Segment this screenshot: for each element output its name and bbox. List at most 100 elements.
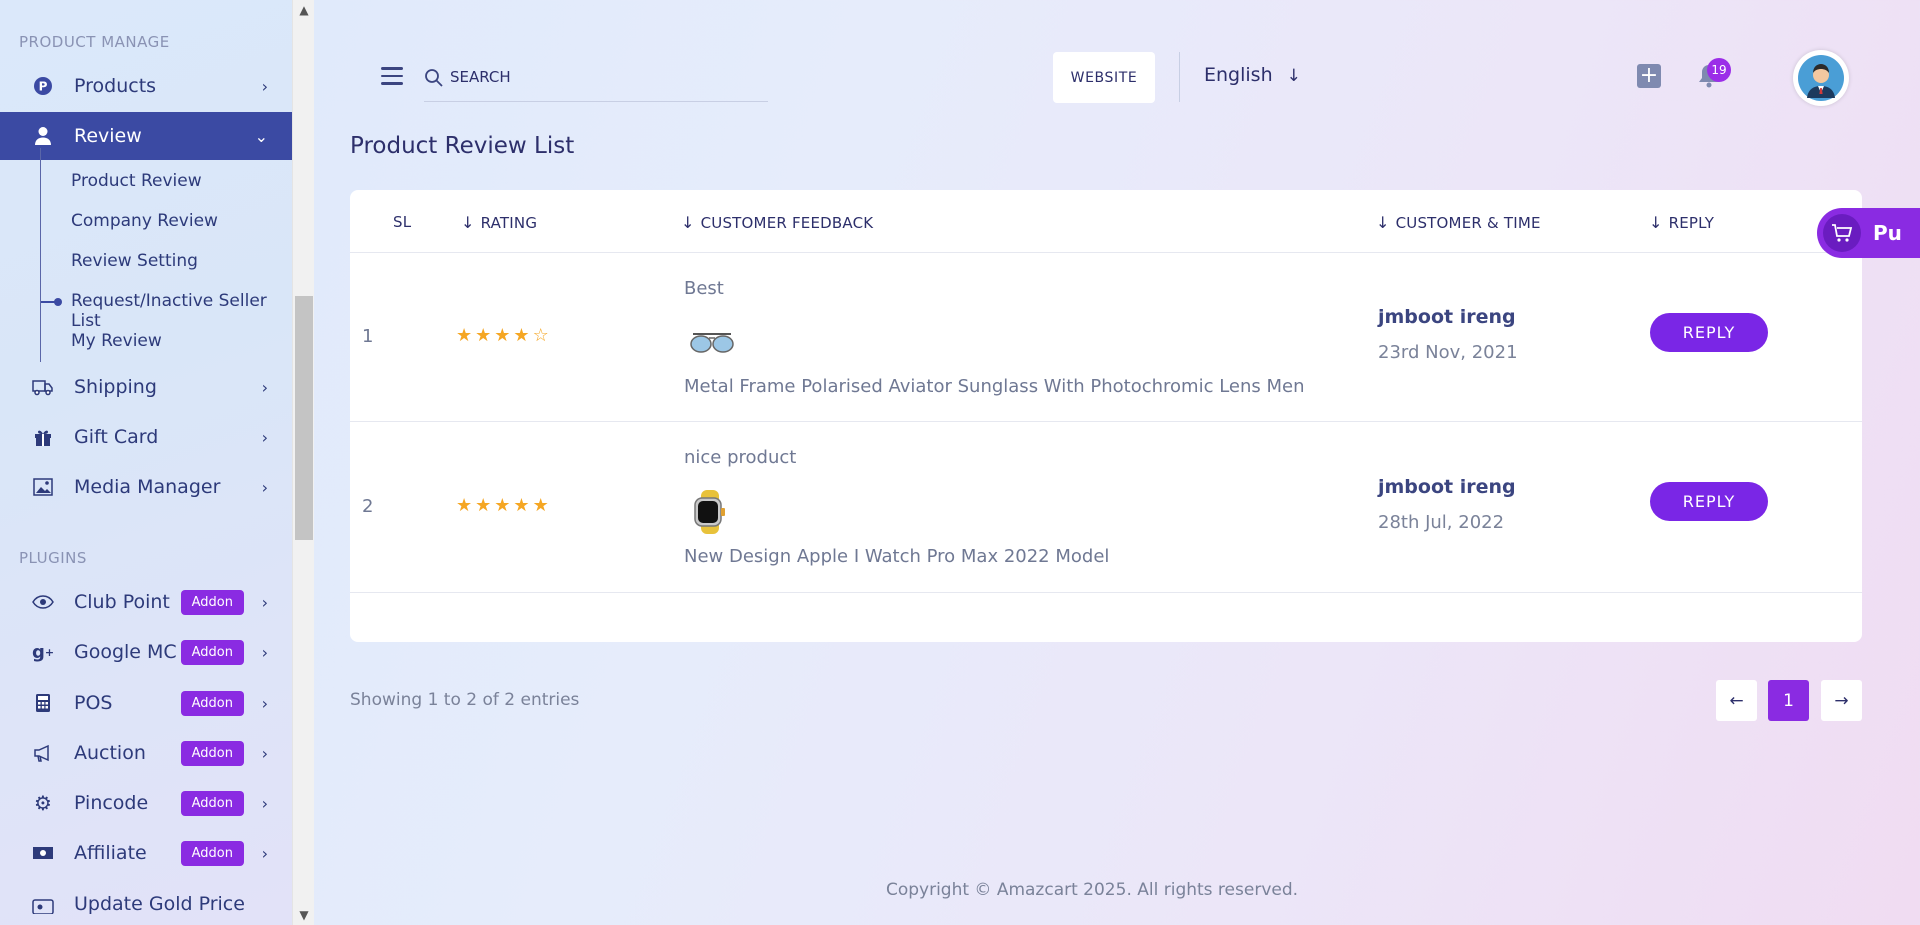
chevron-right-icon: › xyxy=(261,693,268,713)
sidebar-item-products[interactable]: P Products › xyxy=(0,62,292,110)
sort-arrow-icon: ↓ xyxy=(681,213,695,232)
calculator-icon xyxy=(32,692,54,714)
star-filled-icon: ★ xyxy=(475,325,492,346)
column-header-rating[interactable]: ↓ RATING xyxy=(461,213,537,232)
star-filled-icon: ★ xyxy=(513,495,530,516)
search-input[interactable] xyxy=(450,68,750,86)
submenu-product-review[interactable]: Product Review xyxy=(71,171,202,191)
svg-text:P: P xyxy=(39,80,48,94)
sidebar-item-label: POS xyxy=(74,692,113,714)
star-filled-icon: ★ xyxy=(494,495,511,516)
header-divider-line xyxy=(350,252,1862,253)
submenu-active-connector xyxy=(41,301,55,303)
sidebar-item-label: Products xyxy=(74,75,157,97)
cart-icon xyxy=(1823,214,1861,252)
column-label: REPLY xyxy=(1668,213,1715,232)
product-name: Metal Frame Polarised Aviator Sunglass W… xyxy=(684,376,1305,397)
avatar[interactable] xyxy=(1793,50,1849,106)
reply-button[interactable]: REPLY xyxy=(1650,313,1768,352)
rating-stars: ★ ★ ★ ★ ☆ xyxy=(456,325,549,346)
user-avatar-icon xyxy=(1798,55,1844,101)
arrow-left-icon: ← xyxy=(1729,690,1744,711)
sidebar-scrollbar[interactable]: ▲ ▼ xyxy=(292,0,314,925)
customer-name: jmboot ireng xyxy=(1378,476,1516,498)
row-divider-line xyxy=(350,592,1862,593)
search-icon xyxy=(424,68,444,88)
website-button[interactable]: WEBSITE xyxy=(1053,52,1155,103)
star-filled-icon: ★ xyxy=(456,495,473,516)
submenu-request-inactive-seller-list[interactable]: Request/Inactive Seller List xyxy=(71,291,292,331)
submenu-active-dot xyxy=(54,298,62,306)
page-button[interactable]: 1 xyxy=(1768,680,1809,721)
sidebar-item-club-point[interactable]: Club Point Addon › xyxy=(0,578,292,626)
column-header-reply[interactable]: ↓ REPLY xyxy=(1649,213,1714,232)
scroll-down-icon[interactable]: ▼ xyxy=(293,905,315,925)
column-label: CUSTOMER FEEDBACK xyxy=(700,213,874,232)
header-divider xyxy=(1179,52,1180,102)
sidebar-item-affiliate[interactable]: Affiliate Addon › xyxy=(0,829,292,877)
column-header-sl: SL xyxy=(393,213,411,231)
next-page-button[interactable]: → xyxy=(1821,680,1862,721)
chevron-down-icon: ⌄ xyxy=(254,126,268,146)
menu-toggle-button[interactable] xyxy=(381,67,403,85)
notification-badge: 19 xyxy=(1707,58,1731,82)
submenu-company-review[interactable]: Company Review xyxy=(71,211,218,231)
add-button[interactable]: + xyxy=(1637,64,1661,88)
sidebar-item-shipping[interactable]: Shipping › xyxy=(0,363,292,411)
addon-badge: Addon xyxy=(180,790,244,816)
submenu-line xyxy=(40,148,41,362)
column-label: CUSTOMER & TIME xyxy=(1395,213,1541,232)
product-image-watch xyxy=(687,488,737,534)
plus-icon: + xyxy=(1639,63,1659,88)
column-label: RATING xyxy=(480,213,538,232)
submenu-review-setting[interactable]: Review Setting xyxy=(71,251,198,271)
chevron-right-icon: › xyxy=(261,843,268,863)
sidebar-item-pincode[interactable]: ⚙ Pincode Addon › xyxy=(0,779,292,827)
sidebar-item-pos[interactable]: POS Addon › xyxy=(0,679,292,727)
scroll-up-icon[interactable]: ▲ xyxy=(293,0,315,20)
sidebar-item-auction[interactable]: Auction Addon › xyxy=(0,729,292,777)
eye-icon xyxy=(32,591,54,613)
column-header-feedback[interactable]: ↓ CUSTOMER FEEDBACK xyxy=(681,213,873,232)
sidebar-item-review[interactable]: Review ⌄ xyxy=(0,112,292,160)
sidebar-item-gift-card[interactable]: Gift Card › xyxy=(0,413,292,461)
chevron-right-icon: › xyxy=(261,592,268,612)
addon-badge: Addon xyxy=(180,740,244,766)
reply-button[interactable]: REPLY xyxy=(1650,482,1768,521)
product-image-sunglasses xyxy=(687,320,737,364)
scrollbar-thumb[interactable] xyxy=(295,296,313,540)
user-icon xyxy=(32,125,54,147)
review-table-card xyxy=(350,190,1862,642)
google-plus-icon: g + xyxy=(31,641,55,663)
sidebar-item-media-manager[interactable]: Media Manager › xyxy=(0,463,292,511)
submenu-my-review[interactable]: My Review xyxy=(71,331,162,351)
arrow-right-icon: → xyxy=(1834,690,1849,711)
sort-arrow-icon: ↓ xyxy=(1376,213,1390,232)
search-bar xyxy=(424,60,768,102)
feedback-text: Best xyxy=(684,278,724,299)
language-selector[interactable]: English ↓ xyxy=(1204,64,1301,86)
gift-icon xyxy=(32,426,54,448)
addon-badge: Addon xyxy=(180,690,244,716)
products-icon: P xyxy=(32,75,54,97)
review-time: 28th Jul, 2022 xyxy=(1378,512,1505,533)
star-filled-icon: ★ xyxy=(513,325,530,346)
image-icon xyxy=(32,476,54,498)
chevron-right-icon: › xyxy=(261,76,268,96)
page-scrollbar[interactable] xyxy=(1898,0,1920,925)
column-header-customer[interactable]: ↓ CUSTOMER & TIME xyxy=(1376,213,1541,232)
row-sl: 1 xyxy=(362,326,374,347)
prev-page-button[interactable]: ← xyxy=(1716,680,1757,721)
feedback-text: nice product xyxy=(684,447,797,468)
sidebar-item-label: Shipping xyxy=(74,376,157,398)
sort-arrow-icon: ↓ xyxy=(1649,213,1663,232)
column-label: SL xyxy=(393,213,412,231)
sidebar-item-google-mc[interactable]: g + Google MC Addon › xyxy=(0,628,292,676)
star-filled-icon: ★ xyxy=(456,325,473,346)
sidebar-item-label: Club Point xyxy=(74,591,170,613)
chevron-right-icon: › xyxy=(261,793,268,813)
truck-icon xyxy=(32,376,54,398)
star-filled-icon: ★ xyxy=(475,495,492,516)
row-sl: 2 xyxy=(362,496,374,517)
chevron-right-icon: › xyxy=(261,642,268,662)
